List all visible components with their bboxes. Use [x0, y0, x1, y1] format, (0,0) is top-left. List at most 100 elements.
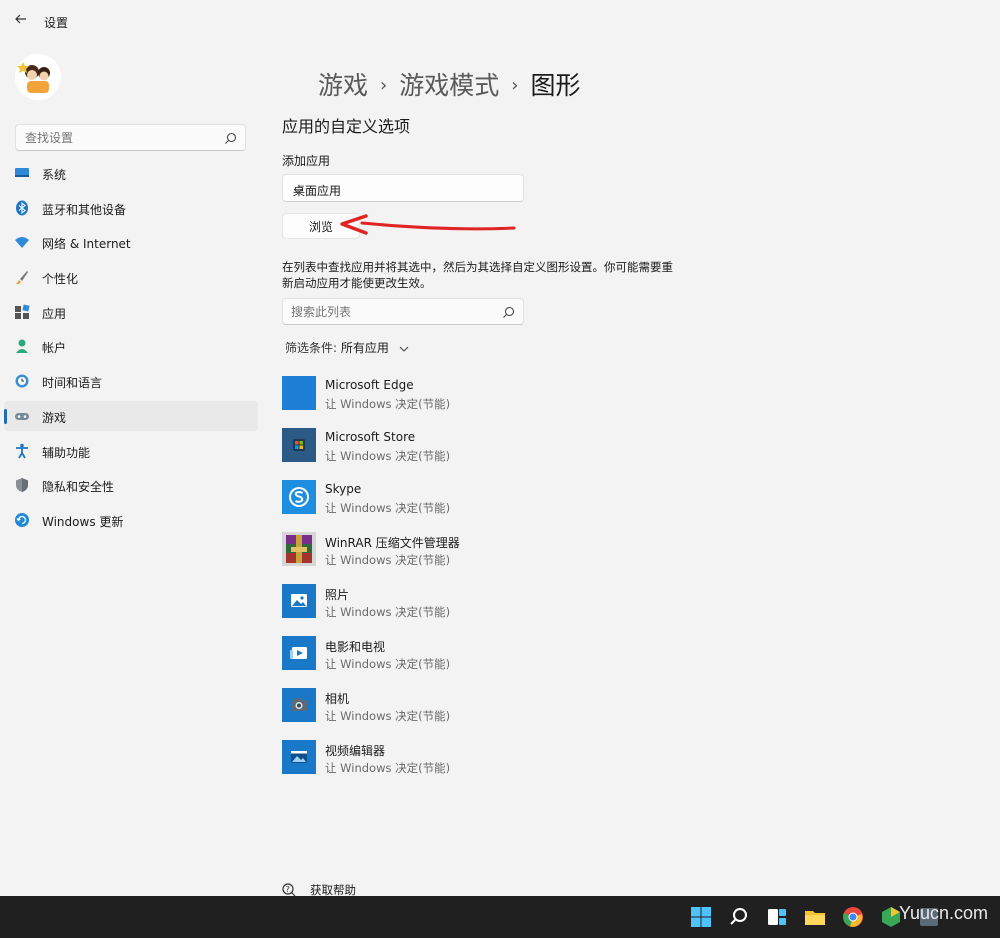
app-list: Microsoft Edge 让 Windows 决定(节能) Microsof…: [282, 376, 702, 792]
breadcrumb: 游戏 › 游戏模式 › 图形: [318, 66, 580, 102]
sidebar-item-personalization[interactable]: 个性化: [4, 262, 258, 292]
window-title: 设置: [44, 16, 69, 30]
sidebar-item-label: 时间和语言: [42, 376, 103, 391]
movies-icon: [282, 636, 316, 670]
app-name: 照片: [325, 588, 350, 602]
app-name: 相机: [325, 692, 350, 706]
skype-icon: [282, 480, 316, 514]
file-explorer-icon[interactable]: [804, 906, 826, 928]
sidebar-item-bluetooth[interactable]: 蓝牙和其他设备: [4, 193, 258, 223]
sidebar-item-label: 网络 & Internet: [42, 237, 131, 252]
breadcrumb-separator: ›: [511, 75, 519, 96]
sidebar-item-label: 辅助功能: [42, 445, 91, 460]
description-text: 在列表中查找应用并将其选中，然后为其选择自定义图形设置。你可能需要重新启动应用才…: [282, 260, 673, 290]
section-title: 应用的自定义选项: [282, 117, 411, 136]
gamepad-icon: [14, 408, 30, 424]
accessibility-icon: [14, 443, 30, 459]
sidebar-item-label: 帐户: [42, 341, 67, 356]
sidebar-item-label: 游戏: [42, 410, 67, 425]
app-preference: 让 Windows 决定(节能): [325, 501, 451, 515]
svg-text:?: ?: [286, 885, 290, 894]
sidebar-search-box[interactable]: [15, 124, 246, 151]
app-name: 视频编辑器: [325, 744, 386, 758]
update-icon: [14, 512, 30, 528]
sidebar-item-system[interactable]: 系统: [4, 158, 258, 188]
list-item-movies-tv[interactable]: 电影和电视 让 Windows 决定(节能): [282, 636, 702, 688]
search-icon[interactable]: [502, 304, 515, 323]
sidebar-item-label: 隐私和安全性: [42, 480, 115, 495]
sidebar-search-input[interactable]: [16, 125, 216, 150]
sidebar-item-accounts[interactable]: 帐户: [4, 331, 258, 361]
app-name: Skype: [325, 482, 362, 496]
store-icon: [282, 428, 316, 462]
list-item-video-editor[interactable]: 视频编辑器 让 Windows 决定(节能): [282, 740, 702, 792]
shield-icon: [14, 477, 30, 493]
chevron-down-icon: [399, 346, 409, 352]
start-icon[interactable]: [690, 906, 712, 928]
app-preference: 让 Windows 决定(节能): [325, 553, 451, 567]
app-name: 电影和电视: [325, 640, 386, 654]
list-search-input[interactable]: [283, 299, 493, 324]
sidebar-item-apps[interactable]: 应用: [4, 297, 258, 327]
brush-icon: [14, 269, 30, 285]
sidebar-item-accessibility[interactable]: 辅助功能: [4, 436, 258, 466]
filter-value: 所有应用: [340, 341, 389, 355]
sidebar-item-gaming[interactable]: 游戏: [4, 400, 258, 431]
app-preference: 让 Windows 决定(节能): [325, 657, 451, 671]
chevron-down-icon: [293, 184, 514, 198]
app-preference: 让 Windows 决定(节能): [325, 709, 451, 723]
list-item-camera[interactable]: 相机 让 Windows 决定(节能): [282, 688, 702, 740]
sidebar-item-network[interactable]: 网络 & Internet: [4, 227, 258, 257]
sidebar-item-label: 蓝牙和其他设备: [42, 202, 127, 217]
breadcrumb-separator: ›: [380, 75, 388, 96]
watermark: Yuucn.com: [898, 903, 988, 923]
back-arrow-icon[interactable]: [12, 12, 30, 30]
search-icon[interactable]: [728, 906, 750, 928]
app-preference: 让 Windows 决定(节能): [325, 449, 451, 463]
winrar-icon: [282, 532, 316, 566]
breadcrumb-item-gaming[interactable]: 游戏: [318, 71, 368, 100]
chrome-icon[interactable]: [842, 906, 864, 928]
sidebar-item-time-language[interactable]: 时间和语言: [4, 366, 258, 396]
title-bar: 设置: [0, 0, 1000, 42]
app-type-dropdown[interactable]: 桌面应用: [282, 174, 524, 202]
task-view-icon[interactable]: [766, 906, 788, 928]
bluetooth-icon: [14, 200, 30, 216]
sidebar-item-privacy[interactable]: 隐私和安全性: [4, 470, 258, 500]
video-editor-icon: [282, 740, 316, 774]
filter-dropdown[interactable]: 筛选条件: 所有应用: [285, 339, 409, 356]
add-app-label: 添加应用: [282, 154, 331, 168]
list-item-microsoft-store[interactable]: Microsoft Store 让 Windows 决定(节能): [282, 428, 702, 480]
filter-label: 筛选条件:: [285, 341, 338, 355]
app-preference: 让 Windows 决定(节能): [325, 605, 451, 619]
annotation-arrow: [340, 214, 516, 235]
app-name: WinRAR 压缩文件管理器: [325, 536, 460, 550]
sidebar-item-label: 个性化: [42, 272, 79, 287]
display-icon: [14, 165, 30, 181]
app-preference: 让 Windows 决定(节能): [325, 761, 451, 775]
person-icon: [14, 338, 30, 354]
list-item-photos[interactable]: 照片 让 Windows 决定(节能): [282, 584, 702, 636]
wifi-icon: [14, 234, 30, 250]
camera-icon: [282, 688, 316, 722]
search-icon[interactable]: [224, 130, 237, 149]
sidebar-item-label: Windows 更新: [42, 514, 124, 529]
app-name: Microsoft Edge: [325, 378, 414, 392]
sidebar-item-windows-update[interactable]: Windows 更新: [4, 505, 258, 535]
app-name: Microsoft Store: [325, 430, 416, 444]
sidebar-item-label: 系统: [42, 168, 67, 182]
sidebar-nav: 系统 蓝牙和其他设备 网络 & Internet 个性化 应用 帐户 时间和语言…: [4, 158, 258, 540]
list-item-winrar[interactable]: WinRAR 压缩文件管理器 让 Windows 决定(节能): [282, 532, 702, 584]
apps-icon: [14, 304, 30, 320]
list-item-microsoft-edge[interactable]: Microsoft Edge 让 Windows 决定(节能): [282, 376, 702, 428]
photos-icon: [282, 584, 316, 618]
list-item-skype[interactable]: Skype 让 Windows 决定(节能): [282, 480, 702, 532]
app-preference: 让 Windows 决定(节能): [325, 397, 451, 411]
list-search-box[interactable]: [282, 298, 524, 325]
breadcrumb-item-game-mode[interactable]: 游戏模式: [399, 71, 499, 100]
edge-icon: [282, 376, 316, 410]
taskbar: Yuucn.com: [0, 896, 1000, 938]
sidebar-item-label: 应用: [42, 306, 67, 321]
avatar[interactable]: [15, 54, 61, 100]
breadcrumb-item-graphics: 图形: [530, 71, 581, 100]
